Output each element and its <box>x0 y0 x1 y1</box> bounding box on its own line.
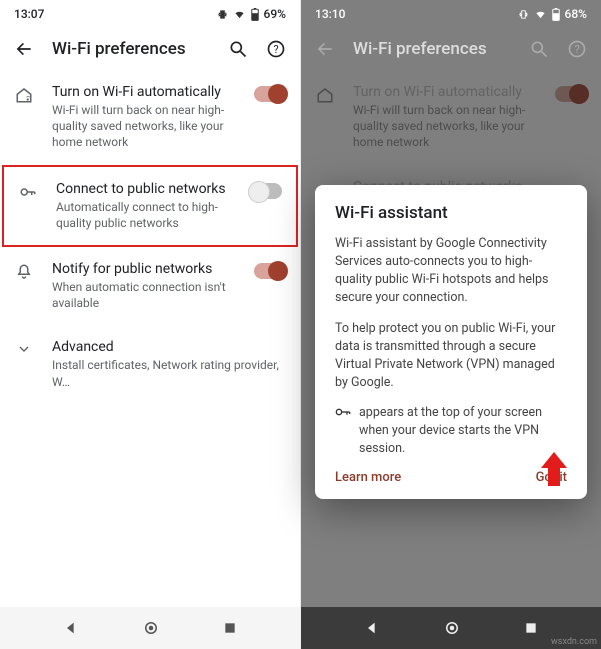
app-header: Wi-Fi preferences ? <box>301 28 601 70</box>
dialog-title: Wi-Fi assistant <box>335 203 567 223</box>
clock: 13:10 <box>315 7 345 21</box>
row-notify-public[interactable]: Notify for public networksWhen automatic… <box>0 247 300 325</box>
bell-icon <box>10 261 38 281</box>
svg-text:?: ? <box>273 43 278 56</box>
home-wifi-icon <box>10 84 38 104</box>
row-public-networks[interactable]: Connect to public networksAutomatically … <box>2 165 298 247</box>
battery-icon <box>251 8 259 21</box>
toggle-notify[interactable] <box>254 263 286 279</box>
battery-percent: 69% <box>264 7 286 21</box>
nav-recent-icon[interactable] <box>223 621 237 635</box>
key-icon <box>14 181 42 201</box>
nav-back-icon[interactable] <box>63 620 79 636</box>
learn-more-button[interactable]: Learn more <box>335 470 401 485</box>
help-icon[interactable]: ? <box>567 39 587 59</box>
clock: 13:07 <box>14 7 44 21</box>
wifi-icon <box>534 9 547 20</box>
status-bar: 13:07 69% <box>0 0 300 28</box>
battery-percent: 68% <box>565 7 587 21</box>
row-advanced[interactable]: AdvancedInstall certificates, Network ra… <box>0 325 300 403</box>
chevron-down-icon <box>10 339 38 357</box>
search-icon[interactable] <box>529 39 549 59</box>
dialog-text-2: To help protect you on public Wi-Fi, you… <box>335 320 567 393</box>
watermark: wsxdn.com <box>551 637 597 647</box>
battery-icon <box>552 8 560 21</box>
nav-bar <box>0 607 300 649</box>
nav-recent-icon[interactable] <box>524 621 538 635</box>
key-icon <box>335 404 351 418</box>
status-bar: 13:10 68% <box>301 0 601 28</box>
back-icon[interactable] <box>315 39 335 59</box>
dialog-text-1: Wi-Fi assistant by Google Connectivity S… <box>335 235 567 308</box>
back-icon[interactable] <box>14 39 34 59</box>
wifi-icon <box>233 9 246 20</box>
nav-home-icon[interactable] <box>443 619 461 637</box>
app-header: Wi-Fi preferences ? <box>0 28 300 70</box>
vibrate-icon <box>217 9 228 20</box>
page-title: Wi-Fi preferences <box>52 39 210 59</box>
arrow-annotation <box>541 452 567 486</box>
vibrate-icon <box>518 9 529 20</box>
dialog-text-3: appears at the top of your screen when y… <box>335 404 567 458</box>
search-icon[interactable] <box>228 39 248 59</box>
toggle-public-networks[interactable] <box>250 183 282 199</box>
row-auto-wifi[interactable]: Turn on Wi-Fi automaticallyWi-Fi will tu… <box>0 70 300 165</box>
toggle-auto-wifi[interactable] <box>254 86 286 102</box>
nav-home-icon[interactable] <box>142 619 160 637</box>
help-icon[interactable]: ? <box>266 39 286 59</box>
nav-back-icon[interactable] <box>364 620 380 636</box>
svg-text:?: ? <box>574 43 579 56</box>
page-title: Wi-Fi preferences <box>353 39 511 59</box>
